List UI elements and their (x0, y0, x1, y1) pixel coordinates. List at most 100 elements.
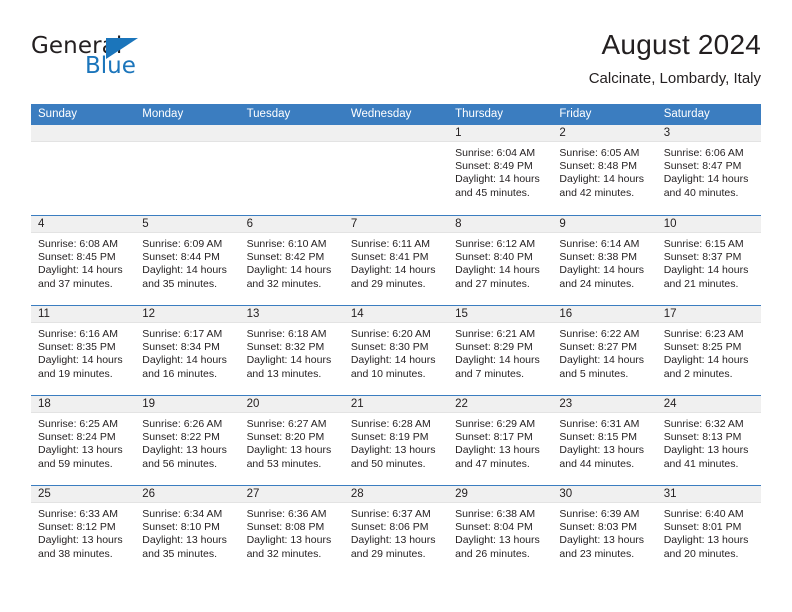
sunrise-text: Sunrise: 6:28 AM (350, 418, 431, 430)
sunset-text: Sunset: 8:20 PM (246, 431, 325, 444)
day-details: Sunrise: 6:15 AM Sunset: 8:37 PM Daylight:… (657, 233, 761, 291)
calendar-day-cell[interactable]: 18 Sunrise: 6:25 AM Sunset: 8:24 PM Dayligh… (31, 396, 136, 485)
day-details: Sunrise: 6:18 AM Sunset: 8:32 PM Daylight:… (240, 323, 344, 381)
weekday-header-row: Sunday Monday Tuesday Wednesday Thursday… (31, 104, 761, 125)
calendar-day-cell[interactable]: 2 Sunrise: 6:05 AM Sunset: 8:48 PM Daylight… (552, 125, 657, 215)
daylight-text: Daylight: 14 hours and 40 minutes. (663, 173, 749, 199)
day-details: Sunrise: 6:21 AM Sunset: 8:29 PM Daylight:… (448, 323, 552, 381)
calendar-day-cell[interactable]: 13 Sunrise: 6:18 AM Sunset: 8:32 PM Dayligh… (239, 306, 344, 395)
day-details: Sunrise: 6:22 AM Sunset: 8:27 PM Daylight:… (552, 323, 656, 381)
calendar-day-cell[interactable]: 1 Sunrise: 6:04 AM Sunset: 8:49 PM Daylight… (448, 125, 553, 215)
day-number: 10 (656, 216, 761, 233)
day-number: 24 (656, 396, 761, 413)
calendar-day-cell[interactable]: 27 Sunrise: 6:36 AM Sunset: 8:08 PM Dayligh… (239, 486, 344, 575)
day-details: Sunrise: 6:39 AM Sunset: 8:03 PM Daylight:… (552, 503, 656, 561)
day-number: 28 (343, 486, 449, 503)
calendar-day-cell[interactable]: 30 Sunrise: 6:39 AM Sunset: 8:03 PM Dayligh… (552, 486, 657, 575)
day-number: 19 (135, 396, 240, 413)
day-number: 13 (239, 306, 344, 323)
calendar-day-cell[interactable]: 24 Sunrise: 6:32 AM Sunset: 8:13 PM Dayligh… (656, 396, 761, 485)
calendar-day-cell[interactable]: 10 Sunrise: 6:15 AM Sunset: 8:37 PM Dayligh… (656, 216, 761, 305)
day-number: 5 (135, 216, 240, 233)
sunrise-text: Sunrise: 6:15 AM (663, 238, 744, 250)
sunrise-text: Sunrise: 6:34 AM (142, 508, 223, 520)
calendar-day-cell[interactable]: 28 Sunrise: 6:37 AM Sunset: 8:06 PM Dayligh… (343, 486, 449, 575)
calendar-day-cell[interactable]: 3 Sunrise: 6:06 AM Sunset: 8:47 PM Daylight… (656, 125, 761, 215)
sunset-text: Sunset: 8:13 PM (663, 431, 742, 444)
day-number: 15 (448, 306, 553, 323)
calendar-day-cell[interactable]: 26 Sunrise: 6:34 AM Sunset: 8:10 PM Dayligh… (135, 486, 240, 575)
sunset-text: Sunset: 8:35 PM (38, 341, 116, 354)
sunset-text: Sunset: 8:12 PM (38, 521, 116, 534)
sunset-text: Sunset: 8:44 PM (142, 251, 220, 264)
page-subtitle: Calcinate, Lombardy, Italy (588, 70, 761, 87)
day-details: Sunrise: 6:23 AM Sunset: 8:25 PM Daylight:… (657, 323, 761, 381)
day-details: Sunrise: 6:11 AM Sunset: 8:41 PM Daylight:… (344, 233, 448, 291)
weekday-header-monday: Monday (142, 108, 184, 120)
day-number: 16 (552, 306, 657, 323)
day-number: 22 (448, 396, 553, 413)
calendar-day-cell[interactable]: 7 Sunrise: 6:11 AM Sunset: 8:41 PM Daylight… (343, 216, 449, 305)
daylight-text: Daylight: 13 hours and 47 minutes. (455, 444, 540, 470)
sunset-text: Sunset: 8:22 PM (142, 431, 220, 444)
triangle-icon (106, 38, 138, 59)
daylight-text: Daylight: 13 hours and 53 minutes. (246, 444, 332, 470)
calendar-day-cell[interactable]: 8 Sunrise: 6:12 AM Sunset: 8:40 PM Daylight… (448, 216, 553, 305)
calendar-day-cell[interactable]: 21 Sunrise: 6:28 AM Sunset: 8:19 PM Dayligh… (343, 396, 449, 485)
day-details: Sunrise: 6:37 AM Sunset: 8:06 PM Daylight:… (344, 503, 448, 561)
calendar-day-cell[interactable]: 25 Sunrise: 6:33 AM Sunset: 8:12 PM Dayligh… (31, 486, 136, 575)
day-number: 30 (552, 486, 657, 503)
calendar-day-cell[interactable]: 4 Sunrise: 6:08 AM Sunset: 8:45 PM Daylight… (31, 216, 136, 305)
sunset-text: Sunset: 8:48 PM (559, 160, 638, 173)
day-details: Sunrise: 6:06 AM Sunset: 8:47 PM Daylight:… (657, 142, 761, 200)
day-number: 6 (239, 216, 344, 233)
day-number: 3 (656, 125, 761, 142)
day-number: 1 (448, 125, 553, 142)
calendar-day-cell[interactable]: 31 Sunrise: 6:40 AM Sunset: 8:01 PM Dayligh… (656, 486, 761, 575)
sunrise-text: Sunrise: 6:09 AM (142, 238, 223, 250)
calendar-day-cell[interactable]: 6 Sunrise: 6:10 AM Sunset: 8:42 PM Daylight… (239, 216, 344, 305)
day-number: 8 (448, 216, 553, 233)
weekday-header-saturday: Saturday (663, 108, 710, 120)
calendar-day-cell[interactable]: 23 Sunrise: 6:31 AM Sunset: 8:15 PM Dayligh… (552, 396, 657, 485)
day-number: 29 (448, 486, 553, 503)
calendar-day-cell[interactable]: 29 Sunrise: 6:38 AM Sunset: 8:04 PM Dayligh… (448, 486, 553, 575)
calendar-week-row: 18 Sunrise: 6:25 AM Sunset: 8:24 PM Dayligh… (31, 395, 761, 485)
day-details: Sunrise: 6:14 AM Sunset: 8:38 PM Daylight:… (552, 233, 656, 291)
sunset-text: Sunset: 8:34 PM (142, 341, 220, 354)
sunset-text: Sunset: 8:27 PM (559, 341, 638, 354)
calendar-week-row: 1 Sunrise: 6:04 AM Sunset: 8:49 PM Daylight… (31, 125, 761, 215)
day-details: Sunrise: 6:25 AM Sunset: 8:24 PM Daylight:… (31, 413, 135, 471)
sunrise-text: Sunrise: 6:11 AM (350, 238, 431, 250)
calendar-day-cell[interactable]: 17 Sunrise: 6:23 AM Sunset: 8:25 PM Dayligh… (656, 306, 761, 395)
calendar-day-cell-empty (135, 125, 240, 215)
sunrise-text: Sunrise: 6:05 AM (559, 147, 640, 159)
calendar-day-cell[interactable]: 14 Sunrise: 6:20 AM Sunset: 8:30 PM Dayligh… (343, 306, 449, 395)
day-details: Sunrise: 6:26 AM Sunset: 8:22 PM Daylight:… (135, 413, 239, 471)
day-number: 9 (552, 216, 657, 233)
sunrise-text: Sunrise: 6:10 AM (246, 238, 327, 250)
sunrise-text: Sunrise: 6:32 AM (663, 418, 744, 430)
daylight-text: Daylight: 13 hours and 29 minutes. (350, 534, 436, 560)
calendar-day-cell[interactable]: 16 Sunrise: 6:22 AM Sunset: 8:27 PM Dayligh… (552, 306, 657, 395)
calendar-day-cell[interactable]: 22 Sunrise: 6:29 AM Sunset: 8:17 PM Dayligh… (448, 396, 553, 485)
calendar-day-cell[interactable]: 12 Sunrise: 6:17 AM Sunset: 8:34 PM Dayligh… (135, 306, 240, 395)
daylight-text: Daylight: 14 hours and 42 minutes. (559, 173, 645, 199)
sunrise-text: Sunrise: 6:33 AM (38, 508, 118, 520)
title-block: August 2024 Calcinate, Lombardy, Italy (589, 28, 761, 88)
calendar-day-cell[interactable]: 19 Sunrise: 6:26 AM Sunset: 8:22 PM Dayligh… (135, 396, 240, 485)
calendar-grid: Sunday Monday Tuesday Wednesday Thursday… (31, 104, 761, 575)
calendar-day-cell[interactable]: 15 Sunrise: 6:21 AM Sunset: 8:29 PM Dayligh… (448, 306, 553, 395)
daylight-text: Daylight: 14 hours and 21 minutes. (663, 264, 749, 290)
calendar-day-cell[interactable]: 5 Sunrise: 6:09 AM Sunset: 8:44 PM Daylight… (135, 216, 240, 305)
calendar-day-cell[interactable]: 9 Sunrise: 6:14 AM Sunset: 8:38 PM Daylight… (552, 216, 657, 305)
day-details: Sunrise: 6:40 AM Sunset: 8:01 PM Daylight:… (657, 503, 761, 561)
calendar-day-cell[interactable]: 20 Sunrise: 6:27 AM Sunset: 8:20 PM Dayligh… (239, 396, 344, 485)
day-details: Sunrise: 6:32 AM Sunset: 8:13 PM Daylight:… (657, 413, 761, 471)
calendar-day-cell[interactable]: 11 Sunrise: 6:16 AM Sunset: 8:35 PM Dayligh… (31, 306, 136, 395)
day-details: Sunrise: 6:27 AM Sunset: 8:20 PM Daylight:… (240, 413, 344, 471)
sunrise-text: Sunrise: 6:16 AM (38, 328, 118, 340)
daylight-text: Daylight: 14 hours and 19 minutes. (38, 354, 123, 380)
day-number: 27 (239, 486, 344, 503)
daylight-text: Daylight: 14 hours and 16 minutes. (142, 354, 227, 380)
